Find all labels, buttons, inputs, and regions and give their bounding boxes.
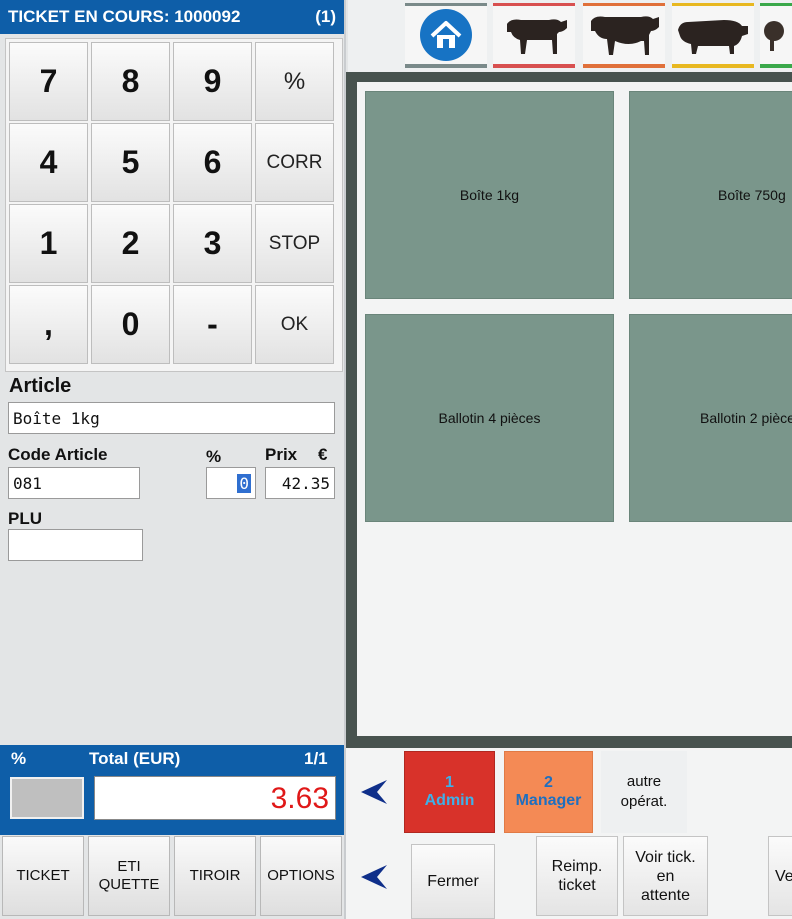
product-tile[interactable]: Boîte 750g — [629, 91, 792, 299]
ticket-button[interactable]: TICKET — [2, 836, 84, 916]
ve-button[interactable]: Ve — [768, 836, 792, 916]
category-calf[interactable] — [493, 3, 575, 68]
category-pig[interactable] — [672, 3, 754, 68]
operator-number: 2 — [544, 774, 553, 791]
tiroir-button[interactable]: TIROIR — [174, 836, 256, 916]
key-percent[interactable]: % — [255, 42, 334, 121]
etiquette-button[interactable]: ETI QUETTE — [88, 836, 170, 916]
key-7[interactable]: 7 — [9, 42, 88, 121]
numeric-keypad: 7 8 9 % 4 5 6 CORR 1 2 3 STOP , 0 - OK — [5, 38, 343, 372]
key-ok[interactable]: OK — [255, 285, 334, 364]
ticket-count: (1) — [315, 7, 336, 26]
plu-label: PLU — [8, 509, 42, 528]
currency-label: € — [318, 445, 328, 464]
pig-icon — [678, 20, 748, 54]
key-3[interactable]: 3 — [173, 204, 252, 283]
key-comma[interactable]: , — [9, 285, 88, 364]
key-minus[interactable]: - — [173, 285, 252, 364]
product-tile[interactable]: Boîte 1kg — [365, 91, 614, 299]
key-5[interactable]: 5 — [91, 123, 170, 202]
calf-icon — [507, 19, 567, 54]
percent-label: % — [206, 447, 222, 466]
key-9[interactable]: 9 — [173, 42, 252, 121]
key-2[interactable]: 2 — [91, 204, 170, 283]
other-operator-button[interactable]: autre opérat. — [601, 751, 687, 833]
operator-name: Manager — [515, 792, 582, 809]
fermer-button[interactable]: Fermer — [411, 844, 495, 919]
category-home[interactable] — [405, 3, 487, 68]
key-0[interactable]: 0 — [91, 285, 170, 364]
arrow-left-icon[interactable] — [359, 777, 389, 807]
percent-value: 0 — [237, 473, 251, 493]
key-corr[interactable]: CORR — [255, 123, 334, 202]
key-8[interactable]: 8 — [91, 42, 170, 121]
total-percent-label: % — [11, 749, 27, 768]
key-4[interactable]: 4 — [9, 123, 88, 202]
total-page: 1/1 — [304, 749, 328, 768]
home-icon — [420, 9, 472, 61]
percent-field[interactable]: 0 — [206, 467, 256, 499]
ticket-header: TICKET EN COURS: 1000092 (1) — [0, 0, 344, 34]
price-label: Prix — [265, 445, 298, 464]
key-6[interactable]: 6 — [173, 123, 252, 202]
price-field[interactable]: 42.35 — [265, 467, 335, 499]
category-cow[interactable] — [583, 3, 665, 68]
ticket-title: TICKET EN COURS: 1000092 — [8, 7, 241, 26]
options-button[interactable]: OPTIONS — [260, 836, 342, 916]
operator-admin-button[interactable]: 1 Admin — [404, 751, 495, 833]
operator-manager-button[interactable]: 2 Manager — [504, 751, 593, 833]
plu-field[interactable] — [8, 529, 143, 561]
total-value: 3.63 — [94, 776, 336, 820]
code-article-field[interactable]: 081 — [8, 467, 140, 499]
key-stop[interactable]: STOP — [255, 204, 334, 283]
cow-icon — [591, 16, 659, 55]
code-article-label: Code Article — [8, 445, 108, 464]
sheep-icon — [764, 21, 784, 51]
key-1[interactable]: 1 — [9, 204, 88, 283]
article-field[interactable]: Boîte 1kg — [8, 402, 335, 434]
total-label: Total (EUR) — [89, 749, 181, 768]
article-label: Article — [9, 375, 72, 397]
operator-name: Admin — [424, 792, 475, 809]
operator-number: 1 — [445, 774, 454, 791]
category-sheep[interactable] — [760, 3, 792, 68]
product-tile[interactable]: Ballotin 2 pièces — [629, 314, 792, 522]
arrow-left-icon[interactable] — [359, 862, 389, 892]
reimp-ticket-button[interactable]: Reimp. ticket — [536, 836, 618, 916]
voir-tickets-attente-button[interactable]: Voir tick. en attente — [623, 836, 708, 916]
product-tile[interactable]: Ballotin 4 pièces — [365, 314, 614, 522]
discount-swatch[interactable] — [10, 777, 84, 819]
